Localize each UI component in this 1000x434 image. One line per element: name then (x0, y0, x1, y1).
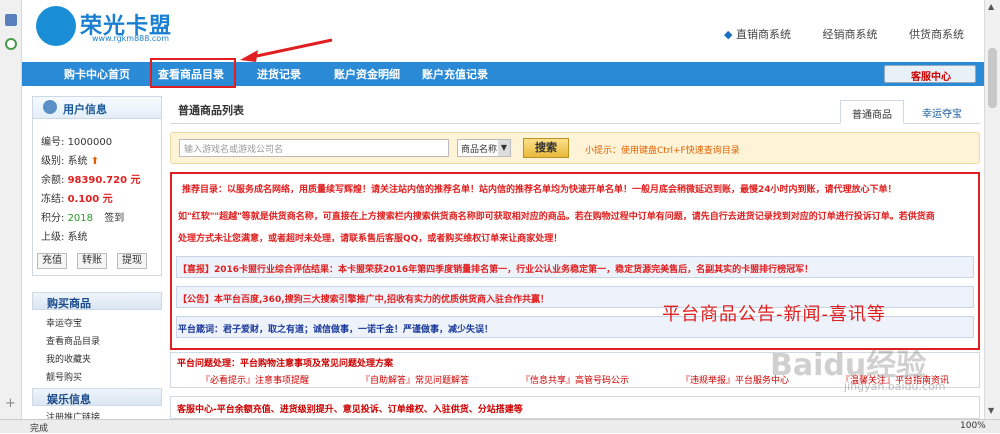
sidebar-item-favorites[interactable]: 我的收藏夹 (46, 352, 91, 365)
customer-service-row: 客服中心-平台余额充值、进货级别提升、意见投诉、订单维权、入驻供货、分站搭建等 (170, 396, 980, 419)
scroll-up-icon[interactable]: ▲ (988, 2, 994, 11)
nav-account-funds[interactable]: 账户资金明细 (334, 66, 400, 82)
tab-lucky-draw[interactable]: 幸运夺宝 (910, 100, 974, 124)
user-info-title: 用户信息 (63, 103, 107, 116)
dropdown-icon: ▼ (498, 140, 510, 156)
user-points-row: 积分: 2018 签到 (41, 213, 125, 224)
search-button[interactable]: 搜索 (523, 138, 569, 158)
notice-line-recommend: 推荐目录：以服务成名网络，用质量续写辉煌！请关注站内信的推荐名单！站内信的推荐名… (182, 185, 897, 195)
page-main: 荣光卡盟 www.rgkm888.com ◆ 直销商系统 经销商系统 供货商系统… (22, 0, 984, 419)
announcement-panel: 推荐目录：以服务成名网络，用质量续写辉煌！请关注站内信的推荐名单！站内信的推荐名… (170, 172, 980, 350)
notice-xibao: 【喜报】2016卡盟行业综合评估结果：本卡盟荣获2016年第四季度销量排名第一，… (178, 265, 814, 275)
customer-service-text[interactable]: 客服中心-平台余额充值、进货级别提升、意见投诉、订单维权、入驻供货、分站搭建等 (177, 402, 523, 415)
watermark-brand: Baidu经验 (770, 348, 927, 383)
watermark-url: jingyan.baidu.com (844, 380, 946, 393)
vertical-scrollbar[interactable]: ▲ ▼ (984, 0, 1000, 419)
left-sidebar: 用户信息 编号: 1000000 级别: 系统 ⬆ 余额: 98390.720 … (32, 96, 162, 419)
entertainment-section-header: 娱乐信息 (32, 388, 162, 406)
upgrade-icon: ⬆ (90, 156, 100, 167)
nav-recharge-records[interactable]: 账户充值记录 (422, 66, 488, 82)
tab-normal-products[interactable]: 普通商品 (840, 100, 904, 124)
browser-status-bar: 完成 100% (0, 419, 1000, 434)
recharge-button[interactable]: 充值 (37, 253, 67, 269)
search-tip: 小提示：使用键盘Ctrl+F快速查询目录 (585, 146, 740, 156)
product-tabs: 普通商品列表 普通商品 幸运夺宝 (170, 96, 980, 124)
notice-line-complaint: 处理方式未让您满意，或者超时未处理，请联系售后客服QQ，或者购买维权订单来让商家… (178, 234, 563, 244)
buy-section-header: 购买商品 (32, 292, 162, 310)
clock-icon[interactable] (5, 38, 17, 50)
notice-motto: 平台箴词：君子爱财，取之有道；诚信做事，一诺千金！严谨做事，减少失误！ (178, 325, 494, 335)
faq-link-info[interactable]: 『信息共享』高管号码公示 (521, 373, 629, 386)
search-input[interactable]: 输入游戏名或游戏公司名 (179, 139, 449, 157)
nav-home[interactable]: 购卡中心首页 (64, 66, 130, 82)
nav-purchase-records[interactable]: 进货记录 (257, 66, 301, 82)
scroll-down-icon[interactable]: ▼ (988, 406, 994, 415)
notice-gonggao: 【公告】本平台百度,360,搜狗三大搜索引擎推广中,招收有实力的优质供货商入驻合… (178, 295, 550, 305)
scrollbar-thumb[interactable] (988, 48, 997, 108)
faq-link-notice[interactable]: 『必看提示』注意事项提醒 (201, 373, 309, 386)
user-icon (43, 100, 57, 114)
list-title: 普通商品列表 (178, 104, 244, 117)
user-info-header: 用户信息 (33, 97, 161, 119)
sidebar-item-catalog[interactable]: 查看商品目录 (46, 334, 100, 347)
search-bar: 输入游戏名或游戏公司名 商品名称 ▼ 搜索 小提示：使用键盘Ctrl+F快速查询目… (170, 132, 980, 164)
notice-line-supplier: 如"红软""超越"等就是供货商名称，可直接在上方搜索栏内搜索供货商名称即可获取相… (178, 212, 935, 222)
sidebar-item-promo-link[interactable]: 注册推广链接 (46, 410, 100, 419)
status-text: 完成 (30, 424, 49, 434)
sidebar-item-lucky[interactable]: 幸运夺宝 (46, 316, 82, 329)
user-info-panel: 用户信息 编号: 1000000 级别: 系统 ⬆ 余额: 98390.720 … (32, 96, 162, 276)
highlight-box (150, 58, 236, 88)
faq-link-selfhelp[interactable]: 『自助解答』常见问题解答 (361, 373, 469, 386)
faq-title: 平台问题处理：平台购物注意事项及常见问题处理方案 (177, 359, 394, 369)
sidebar-item-vip-number[interactable]: 靓号购买 (46, 370, 82, 383)
document-icon[interactable] (5, 14, 17, 26)
transfer-button[interactable]: 转账 (77, 253, 107, 269)
user-balance-row: 余额: 98390.720 元 (41, 175, 141, 186)
user-frozen-row: 冻结: 0.100 元 (41, 194, 113, 205)
checkin-link[interactable]: 签到 (104, 213, 124, 224)
search-type-select[interactable]: 商品名称 ▼ (457, 139, 511, 157)
withdraw-button[interactable]: 提现 (117, 253, 147, 269)
browser-left-toolbar: + (0, 0, 22, 433)
user-parent-row: 上级: 系统 (41, 232, 88, 243)
user-id-row: 编号: 1000000 (41, 137, 113, 148)
user-level-row: 级别: 系统 ⬆ (41, 156, 100, 167)
add-icon[interactable]: + (5, 396, 16, 411)
customer-service-button[interactable]: 客服中心 (884, 65, 976, 83)
zoom-level[interactable]: 100% (960, 421, 986, 431)
annotation-text: 平台商品公告-新闻-喜讯等 (662, 304, 886, 325)
